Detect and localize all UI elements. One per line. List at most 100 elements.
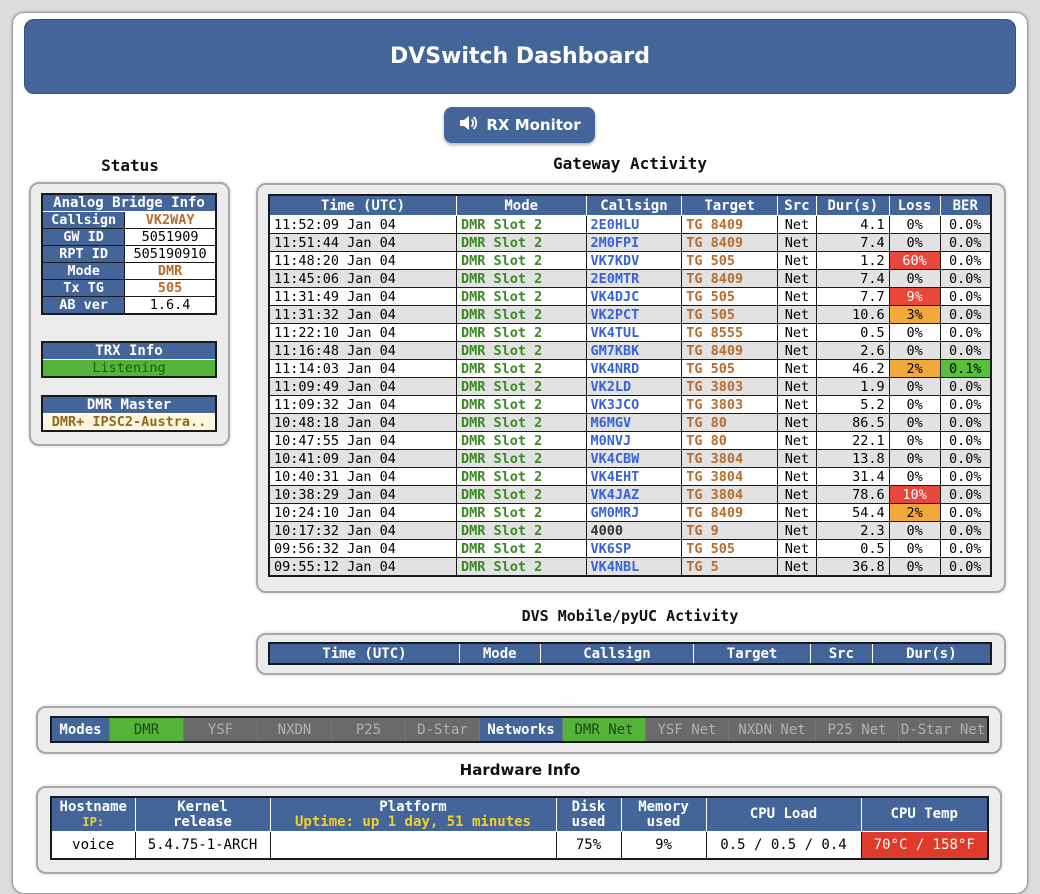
analog-bridge-row: Callsign VK2WAY xyxy=(41,211,217,229)
analog-bridge-value: DMR xyxy=(124,262,217,280)
mode-indicator-d-star: D-Star xyxy=(405,716,480,743)
callsign-cell: M6MGV xyxy=(585,413,683,432)
column-header: Time (UTC) xyxy=(268,194,457,216)
duration-cell: 31.4 xyxy=(815,467,890,486)
loss-cell: 0% xyxy=(888,431,941,450)
duration-cell: 0.5 xyxy=(815,539,890,558)
callsign-cell: GM0MRJ xyxy=(585,503,683,522)
loss-cell: 0% xyxy=(888,233,941,252)
cpu-temp-header: CPU Temp xyxy=(860,796,989,832)
table-row: 10:41:09 Jan 04 DMR Slot 2 VK4CBW TG 3804 Ne… xyxy=(268,449,992,468)
analog-bridge-table: Analog Bridge Info Callsign VK2WAY GW ID 50… xyxy=(41,193,217,315)
table-row: 10:24:10 Jan 04 DMR Slot 2 GM0MRJ TG 8409 Ne… xyxy=(268,503,992,522)
table-row: 10:38:29 Jan 04 DMR Slot 2 VK4JAZ TG 3804 Ne… xyxy=(268,485,992,504)
loss-cell: 0% xyxy=(888,557,941,577)
duration-cell: 13.8 xyxy=(815,449,890,468)
mode-cell: DMR Slot 2 xyxy=(455,359,587,378)
mode-cell: DMR Slot 2 xyxy=(455,323,587,342)
src-cell: Net xyxy=(776,467,817,486)
analog-bridge-label: RPT ID xyxy=(41,245,126,263)
ber-cell: 0.0% xyxy=(939,269,992,288)
time-cell: 10:47:55 Jan 04 xyxy=(268,431,457,450)
hardware-info-table: Hostname IP: Kernel release Platform Uptime… xyxy=(50,796,989,860)
callsign-cell: 2M0FPI xyxy=(585,233,683,252)
column-header: Mode xyxy=(455,194,587,216)
dmr-master-value: DMR+ IPSC2-Austra.. xyxy=(41,413,217,432)
rx-monitor-button[interactable]: RX Monitor xyxy=(444,107,595,143)
loss-cell: 60% xyxy=(888,251,941,270)
duration-cell: 78.6 xyxy=(815,485,890,504)
time-cell: 10:38:29 Jan 04 xyxy=(268,485,457,504)
ber-cell: 0.0% xyxy=(939,431,992,450)
cpu-temp-value: 70°C / 158°F xyxy=(860,831,989,860)
mobile-activity-table: Time (UTC) Mode Callsign Target Src Dur(s) xyxy=(268,642,992,665)
dmr-master-table: DMR Master DMR+ IPSC2-Austra.. xyxy=(41,395,217,432)
column-header: Callsign xyxy=(539,642,695,665)
ber-cell: 0.0% xyxy=(939,233,992,252)
analog-bridge-row: Mode DMR xyxy=(41,262,217,280)
ber-cell: 0.1% xyxy=(939,359,992,378)
mode-cell: DMR Slot 2 xyxy=(455,539,587,558)
hardware-info-title: Hardware Info xyxy=(459,761,581,779)
target-cell: TG 5 xyxy=(681,557,778,577)
callsign-cell: VK4DJC xyxy=(585,287,683,306)
callsign-cell: 2E0MTR xyxy=(585,269,683,288)
loss-cell: 0% xyxy=(888,323,941,342)
mode-cell: DMR Slot 2 xyxy=(455,503,587,522)
time-cell: 11:52:09 Jan 04 xyxy=(268,215,457,234)
target-cell: TG 505 xyxy=(681,539,778,558)
ber-cell: 0.0% xyxy=(939,521,992,540)
ber-cell: 0.0% xyxy=(939,395,992,414)
network-indicator-p25-net: P25 Net xyxy=(815,716,899,743)
ber-cell: 0.0% xyxy=(939,485,992,504)
mode-cell: DMR Slot 2 xyxy=(455,395,587,414)
loss-cell: 10% xyxy=(888,485,941,504)
ip-label: IP: xyxy=(82,814,105,829)
callsign-cell: VK2LD xyxy=(585,377,683,396)
table-row: 09:55:12 Jan 04 DMR Slot 2 VK4NBL TG 5 Net 36… xyxy=(268,557,992,577)
ber-cell: 0.0% xyxy=(939,287,992,306)
gateway-activity-table: Time (UTC) Mode Callsign Target Src Dur(s) Los… xyxy=(268,194,992,577)
trx-info-table: TRX Info Listening xyxy=(41,341,217,378)
target-cell: TG 8555 xyxy=(681,323,778,342)
mode-indicator-dmr: DMR xyxy=(109,716,184,743)
time-cell: 11:22:10 Jan 04 xyxy=(268,323,457,342)
analog-bridge-label: Mode xyxy=(41,262,126,280)
callsign-cell: VK4CBW xyxy=(585,449,683,468)
table-row: 11:31:32 Jan 04 DMR Slot 2 VK2PCT TG 505 Net… xyxy=(268,305,992,324)
callsign-cell: VK4EHT xyxy=(585,467,683,486)
duration-cell: 7.7 xyxy=(815,287,890,306)
callsign-cell: VK4NBL xyxy=(585,557,683,577)
table-row: 11:45:06 Jan 04 DMR Slot 2 2E0MTR TG 8409 Ne… xyxy=(268,269,992,288)
loss-cell: 0% xyxy=(888,449,941,468)
column-header: Loss xyxy=(888,194,941,216)
duration-cell: 5.2 xyxy=(815,395,890,414)
target-cell: TG 8409 xyxy=(681,233,778,252)
table-row: 11:51:44 Jan 04 DMR Slot 2 2M0FPI TG 8409 Ne… xyxy=(268,233,992,252)
ber-cell: 0.0% xyxy=(939,449,992,468)
time-cell: 10:24:10 Jan 04 xyxy=(268,503,457,522)
loss-cell: 0% xyxy=(888,341,941,360)
time-cell: 10:17:32 Jan 04 xyxy=(268,521,457,540)
mode-cell: DMR Slot 2 xyxy=(455,431,587,450)
callsign-cell: VK4TUL xyxy=(585,323,683,342)
callsign-cell: M0NVJ xyxy=(585,431,683,450)
src-cell: Net xyxy=(776,485,817,504)
mode-cell: DMR Slot 2 xyxy=(455,449,587,468)
time-cell: 11:31:49 Jan 04 xyxy=(268,287,457,306)
loss-cell: 0% xyxy=(888,377,941,396)
time-cell: 11:48:20 Jan 04 xyxy=(268,251,457,270)
network-indicator-ysf-net: YSF Net xyxy=(645,716,729,743)
duration-cell: 1.2 xyxy=(815,251,890,270)
platform-header: Platform Uptime: up 1 day, 51 minutes xyxy=(269,796,557,832)
table-row: 11:52:09 Jan 04 DMR Slot 2 2E0HLU TG 8409 Ne… xyxy=(268,215,992,234)
analog-bridge-value: 5051909 xyxy=(124,228,217,246)
table-row: 11:22:10 Jan 04 DMR Slot 2 VK4TUL TG 8555 Ne… xyxy=(268,323,992,342)
mode-cell: DMR Slot 2 xyxy=(455,305,587,324)
analog-bridge-value: VK2WAY xyxy=(124,211,217,229)
duration-cell: 10.6 xyxy=(815,305,890,324)
duration-cell: 0.5 xyxy=(815,323,890,342)
src-cell: Net xyxy=(776,251,817,270)
trx-info-heading: TRX Info xyxy=(41,341,217,360)
time-cell: 10:41:09 Jan 04 xyxy=(268,449,457,468)
